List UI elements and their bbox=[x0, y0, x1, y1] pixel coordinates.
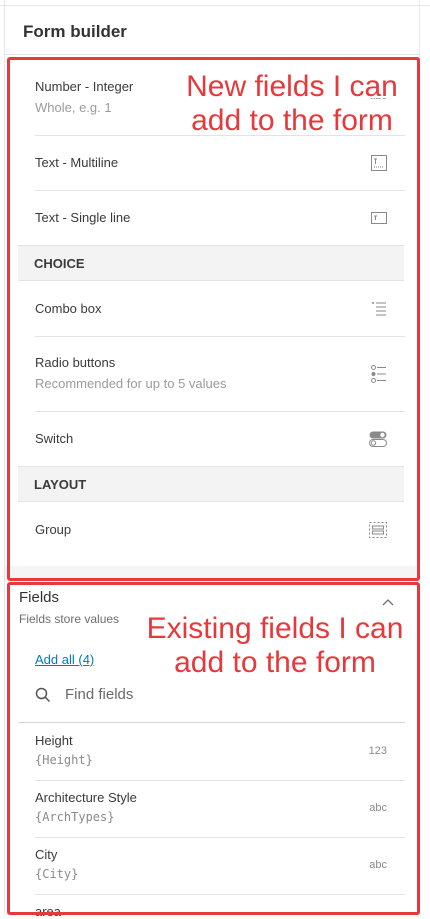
field-type-switch[interactable]: Switch bbox=[35, 431, 405, 447]
section-header-choice: CHOICE bbox=[18, 245, 404, 281]
list-icon bbox=[371, 301, 387, 317]
field-type-label: Switch bbox=[35, 431, 74, 446]
field-type-combo-box[interactable]: Combo box bbox=[35, 301, 405, 316]
field-type-label: Radio buttons bbox=[35, 355, 116, 370]
field-item-expression: {Height} bbox=[35, 753, 93, 767]
field-item-label: City bbox=[35, 847, 58, 862]
divider bbox=[35, 190, 405, 191]
field-type-text-multiline[interactable]: Text - Multiline bbox=[35, 155, 405, 171]
field-type-label: Group bbox=[35, 522, 72, 537]
field-item-architecture-style[interactable]: Architecture Style {ArchTypes} abc bbox=[35, 790, 405, 824]
text-type-icon: abc bbox=[369, 859, 387, 871]
number-type-icon: 123 bbox=[368, 745, 387, 757]
text-multiline-icon bbox=[371, 155, 387, 171]
add-all-link[interactable]: Add all (4) bbox=[35, 652, 94, 667]
search-icon bbox=[35, 687, 51, 703]
divider bbox=[35, 411, 405, 412]
divider bbox=[35, 837, 405, 838]
section-title: LAYOUT bbox=[34, 477, 87, 492]
field-item-expression: {City} bbox=[35, 867, 79, 881]
field-type-label: Text - Single line bbox=[35, 210, 131, 225]
field-item-label: Architecture Style bbox=[35, 790, 137, 805]
section-gap bbox=[5, 566, 419, 582]
field-item-expression: {ArchTypes} bbox=[35, 810, 115, 824]
fields-section-description: Fields store values bbox=[19, 612, 120, 626]
field-item-area[interactable]: area bbox=[35, 904, 405, 919]
field-type-label: Text - Multiline bbox=[35, 155, 119, 170]
right-border bbox=[419, 0, 420, 915]
left-border bbox=[4, 0, 5, 915]
field-item-label: Height bbox=[35, 733, 73, 748]
section-title: CHOICE bbox=[34, 256, 85, 271]
field-item-height[interactable]: Height {Height} 123 bbox=[35, 733, 405, 767]
page-title: Form builder bbox=[23, 22, 127, 41]
search-divider bbox=[18, 722, 405, 723]
field-type-group[interactable]: Group bbox=[35, 522, 405, 538]
divider bbox=[35, 336, 405, 337]
form-builder-panel: Form builder Number - Integer Whole, e.g… bbox=[0, 0, 430, 919]
section-header-layout: LAYOUT bbox=[18, 466, 404, 502]
group-icon bbox=[369, 522, 387, 538]
text-type-icon: abc bbox=[369, 802, 387, 814]
field-type-radio-buttons[interactable]: Radio buttons Recommended for up to 5 va… bbox=[35, 355, 405, 391]
chevron-up-icon[interactable] bbox=[382, 598, 394, 606]
radio-list-icon bbox=[371, 365, 387, 383]
top-divider bbox=[0, 5, 430, 6]
annotation-existing-fields: Existing fields I can add to the form bbox=[146, 612, 404, 679]
annotation-new-fields: New fields I can add to the form bbox=[186, 70, 398, 137]
field-item-label: area bbox=[35, 904, 62, 919]
fields-section-title: Fields bbox=[19, 589, 60, 606]
field-type-description: Recommended for up to 5 values bbox=[35, 376, 227, 391]
toggle-icon bbox=[369, 431, 387, 447]
title-divider bbox=[5, 54, 419, 55]
divider bbox=[35, 894, 405, 895]
find-fields-input[interactable] bbox=[65, 682, 385, 706]
divider bbox=[35, 780, 405, 781]
field-item-city[interactable]: City {City} abc bbox=[35, 847, 405, 881]
text-single-line-icon bbox=[371, 212, 387, 224]
field-type-label: Combo box bbox=[35, 301, 102, 316]
field-type-text-single-line[interactable]: Text - Single line bbox=[35, 210, 405, 225]
